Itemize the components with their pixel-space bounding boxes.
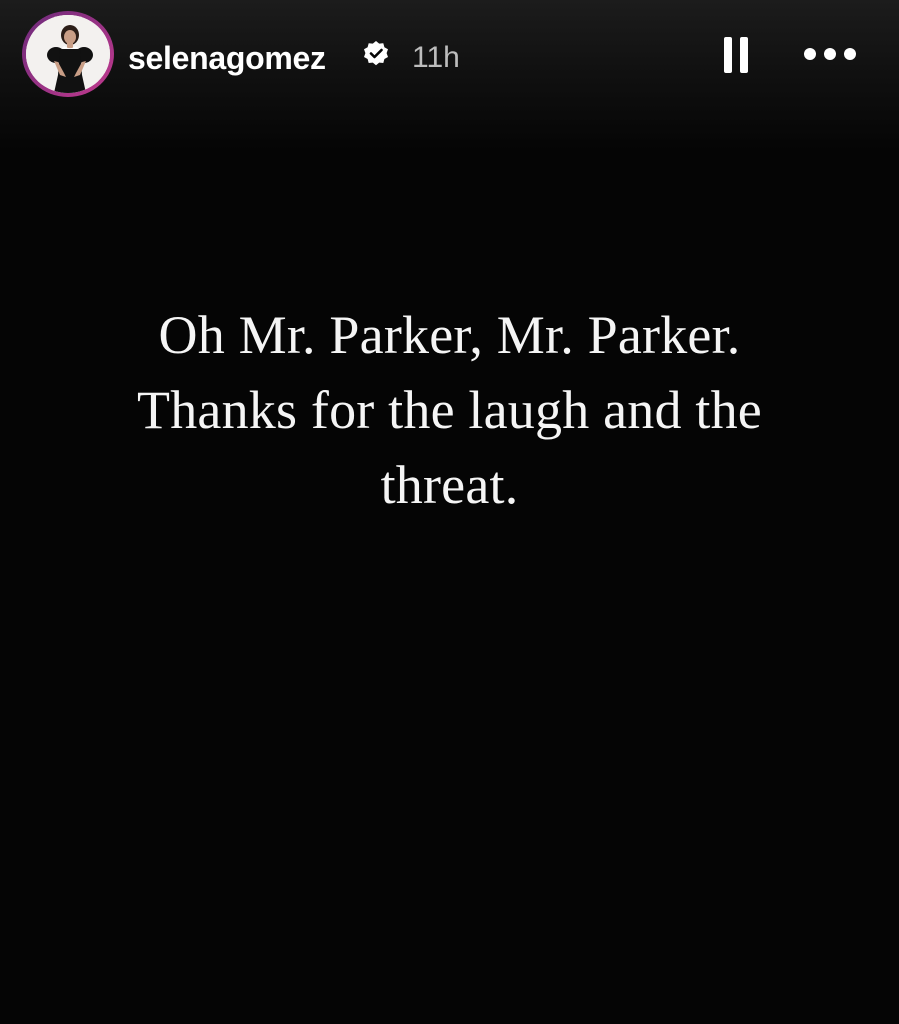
post-time: 11h — [412, 41, 460, 74]
story-text-line: threat. — [380, 455, 519, 515]
verified-badge-icon — [364, 41, 388, 66]
story-text-line: Thanks for the laugh and the — [137, 380, 762, 440]
story-text: Oh Mr. Parker, Mr. Parker. Thanks for th… — [40, 298, 859, 523]
story-header: selenagomez 11h — [0, 0, 899, 110]
story-viewer[interactable]: selenagomez 11h Oh Mr. Parker, Mr. Parke… — [0, 0, 899, 1024]
more-options-button[interactable] — [800, 38, 860, 70]
avatar-ring[interactable] — [22, 11, 114, 97]
avatar[interactable] — [26, 15, 110, 93]
story-text-line: Oh Mr. Parker, Mr. Parker. — [158, 305, 741, 365]
more-options-icon — [804, 48, 856, 60]
username[interactable]: selenagomez — [128, 38, 326, 78]
pause-icon — [724, 37, 748, 73]
profile-avatar-icon — [26, 15, 110, 93]
pause-button[interactable] — [720, 35, 752, 75]
